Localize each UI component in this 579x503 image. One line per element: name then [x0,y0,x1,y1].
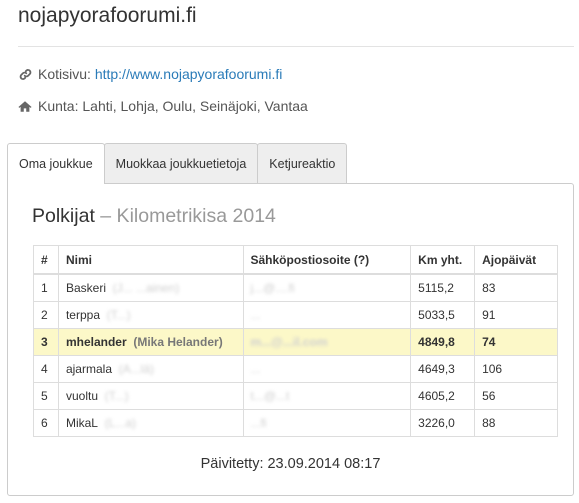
homepage-label: Kotisivu: [38,66,91,82]
email-obscured: j...@....fi [250,281,295,295]
municipality-label: Kunta: [38,98,79,114]
table-row: 1 Baskeri (J... ...ainen) j...@....fi 51… [33,273,558,302]
days-cell: 83 [474,273,558,302]
riders-table: # Nimi Sähköpostiosoite (?) Km yht. Ajop… [33,245,558,437]
real-name-obscured: (T...) [106,308,131,322]
link-icon [18,67,32,81]
header-divider [18,46,574,47]
name-cell: mhelander (Mika Helander) [57,328,244,356]
real-name-obscured: (J... ...ainen) [112,281,180,295]
last-updated: Päivitetty: 23.09.2014 08:17 [200,456,381,472]
table-header-row: # Nimi Sähköpostiosoite (?) Km yht. Ajop… [33,245,558,275]
nickname: MikaL [65,416,98,430]
panel-heading: Polkijat – Kilometrikisa 2014 [32,205,276,228]
km-cell: 4605,2 [410,382,476,410]
km-cell: 5115,2 [410,273,476,302]
panel-title: Polkijat [32,205,95,227]
days-cell: 74 [474,328,558,356]
column-header-rank: # [33,245,59,275]
real-name-obscured: (L...a) [104,416,136,430]
table-row: 5 vuoltu (T...) t...@...t 4605,2 56 [33,382,558,410]
panel-subtitle: – Kilometrikisa 2014 [100,205,276,227]
rank-cell: 6 [33,409,59,437]
nickname: mhelander [65,335,127,349]
real-name-obscured: (A...lä) [118,362,155,376]
homepage-link[interactable]: http://www.nojapyorafoorumi.fi [95,66,283,82]
days-cell: 91 [474,301,558,329]
rank-cell: 3 [33,328,59,356]
km-cell: 4649,3 [410,355,476,383]
real-name: (Mika Helander) [133,335,223,349]
days-cell: 106 [474,355,558,383]
site-title: nojapyorafoorumi.fi [18,4,197,27]
email-cell: ... [242,301,412,329]
nickname: vuoltu [65,389,98,403]
tab-oma-joukkue[interactable]: Oma joukkue [7,143,105,184]
table-row: 2 terppa (T...) ... 5033,5 91 [33,301,558,329]
name-cell: terppa (T...) [57,301,244,329]
nickname: Baskeri [65,281,106,295]
name-cell: MikaL (L...a) [57,409,244,437]
nickname: terppa [65,308,100,322]
column-header-km[interactable]: Km yht. [410,245,476,275]
name-cell: vuoltu (T...) [57,382,244,410]
km-cell: 5033,5 [410,301,476,329]
name-cell: ajarmala (A...lä) [57,355,244,383]
rank-cell: 4 [33,355,59,383]
email-cell: ... [242,355,412,383]
email-obscured: ... [250,362,261,376]
rank-cell: 1 [33,273,59,302]
days-cell: 56 [474,382,558,410]
days-cell: 88 [474,409,558,437]
column-header-days[interactable]: Ajopäivät [474,245,558,275]
name-cell: Baskeri (J... ...ainen) [57,273,244,302]
homepage-row: Kotisivu: http://www.nojapyorafoorumi.fi [18,66,282,82]
email-obscured: ... [250,308,261,322]
home-icon [18,99,32,113]
municipality-row: Kunta: Lahti, Lohja, Oulu, Seinäjoki, Va… [18,98,308,114]
nickname: ajarmala [65,362,112,376]
email-obscured: t...@...t [250,389,290,403]
municipality-list: Lahti, Lohja, Oulu, Seinäjoki, Vantaa [82,98,308,114]
km-cell: 4849,8 [410,328,476,356]
email-obscured: m...@...il.com [250,335,328,349]
table-row: 4 ajarmala (A...lä) ... 4649,3 106 [33,355,558,383]
team-panel: Polkijat – Kilometrikisa 2014 # Nimi Säh… [7,183,574,496]
km-cell: 3226,0 [410,409,476,437]
table-row-current-user: 3 mhelander (Mika Helander) m...@...il.c… [33,328,558,356]
tab-ketjureaktio[interactable]: Ketjureaktio [257,143,348,183]
rank-cell: 5 [33,382,59,410]
email-obscured: ...fi [250,416,267,430]
rank-cell: 2 [33,301,59,329]
email-cell: m...@...il.com [242,328,412,356]
column-header-name[interactable]: Nimi [57,245,244,275]
email-cell: ...fi [242,409,412,437]
email-cell: t...@...t [242,382,412,410]
column-header-email[interactable]: Sähköpostiosoite (?) [242,245,412,275]
tab-bar: Oma joukkue Muokkaa joukkuetietoja Ketju… [7,143,348,184]
tab-muokkaa-joukkuetietoja[interactable]: Muokkaa joukkuetietoja [103,143,259,183]
email-cell: j...@....fi [242,273,412,302]
real-name-obscured: (T...) [104,389,129,403]
table-row: 6 MikaL (L...a) ...fi 3226,0 88 [33,409,558,437]
